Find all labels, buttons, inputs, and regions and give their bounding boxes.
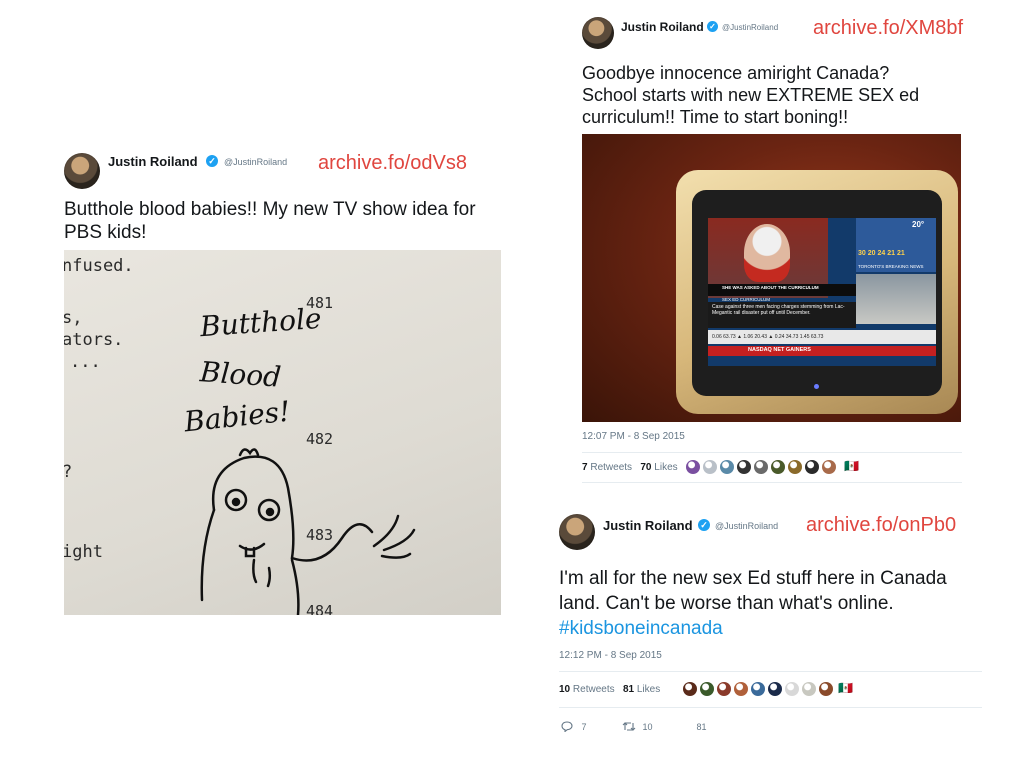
author-name[interactable]: Justin Roiland [603, 518, 693, 533]
tweet-text: Butthole blood babies!! My new TV show i… [64, 199, 476, 243]
liker-avatar[interactable] [703, 460, 717, 474]
retweets-label[interactable]: Retweets [573, 684, 615, 695]
retweet-count[interactable]: 7 [582, 462, 588, 473]
liker-avatar[interactable] [768, 682, 782, 696]
author-handle[interactable]: @JustinRoiland [722, 23, 778, 32]
reply-button[interactable]: 7 [561, 721, 587, 733]
retweets-label[interactable]: Retweets [590, 462, 632, 473]
divider [559, 671, 982, 672]
divider [582, 482, 962, 483]
retweet-icon [622, 722, 636, 731]
ticker-bar [708, 346, 936, 356]
screen-photo [856, 274, 936, 324]
liker-avatar[interactable] [788, 460, 802, 474]
flag-icon[interactable]: 🇲🇽 [844, 459, 859, 473]
liker-avatar[interactable] [802, 682, 816, 696]
timestamp[interactable]: 12:12 PM - 8 Sep 2015 [559, 650, 662, 661]
verified-icon: ✓ [206, 155, 218, 167]
author-name[interactable]: Justin Roiland [108, 154, 198, 169]
timestamp[interactable]: 12:07 PM - 8 Sep 2015 [582, 431, 685, 442]
archive-link[interactable]: archive.fo/onPb0 [806, 514, 956, 537]
liker-avatar[interactable] [720, 460, 734, 474]
author-handle[interactable]: @JustinRoiland [715, 521, 778, 531]
verified-icon: ✓ [707, 21, 718, 32]
like-count[interactable]: 81 [623, 684, 634, 695]
tweet-photo[interactable]: 20° 30 20 24 21 21 TORONTO'S BREAKING NE… [582, 134, 961, 422]
divider [559, 707, 982, 708]
weather-temps-row: 30 20 24 21 21 [858, 250, 905, 257]
liker-avatar[interactable] [805, 460, 819, 474]
tv-screen: 20° 30 20 24 21 21 TORONTO'S BREAKING NE… [708, 218, 936, 366]
like-count-action: 81 [696, 722, 707, 732]
liker-avatar[interactable] [785, 682, 799, 696]
tweet-text: Goodbye innocence amiright Canada? Schoo… [582, 63, 920, 127]
reply-icon [561, 721, 573, 733]
retweet-count-action: 10 [642, 722, 653, 732]
headline-text: Case against three men facing charges st… [712, 304, 845, 316]
liker-avatar[interactable] [700, 682, 714, 696]
tv-led [814, 384, 819, 389]
liker-avatar[interactable] [686, 460, 700, 474]
tweet-text-body: I'm all for the new sex Ed stuff here in… [559, 568, 947, 614]
liker-avatar[interactable] [822, 460, 836, 474]
verified-icon: ✓ [698, 519, 710, 531]
hashtag-link[interactable]: #kidsboneincanada [559, 618, 723, 639]
reply-count: 7 [581, 722, 587, 732]
like-count[interactable]: 70 [640, 462, 651, 473]
avatar[interactable] [559, 514, 595, 550]
tweet-text: I'm all for the new sex Ed stuff here in… [559, 566, 959, 641]
author-name[interactable]: Justin Roiland [621, 20, 704, 34]
likes-label[interactable]: Likes [654, 462, 677, 473]
avatar[interactable] [64, 153, 100, 189]
ticker-values: 0.06 63.73 ▲ 1.06 20.43 ▲ 0.24 34.73 1.4… [712, 334, 824, 340]
news-label: TORONTO'S BREAKING NEWS [858, 264, 924, 269]
author-handle[interactable]: @JustinRoiland [224, 157, 287, 167]
liker-avatar[interactable] [737, 460, 751, 474]
ticker-text: NASDAQ NET GAINERS [748, 347, 811, 353]
liker-avatar[interactable] [734, 682, 748, 696]
liker-avatar[interactable] [683, 682, 697, 696]
liker-avatar[interactable] [717, 682, 731, 696]
liker-avatar[interactable] [771, 460, 785, 474]
retweet-button[interactable]: 10 [622, 721, 653, 732]
tweet-photo[interactable]: nfused. s, ators. ... ? ight 481 482 483… [64, 250, 501, 615]
doodle-drawing [200, 448, 416, 615]
avatar[interactable] [582, 17, 614, 49]
news-person [744, 224, 790, 282]
liker-avatar[interactable] [819, 682, 833, 696]
likers-row [686, 460, 866, 476]
weather-temp: 20° [912, 220, 925, 229]
like-button[interactable]: 81 [688, 721, 707, 732]
tweet-stats: 7 Retweets 70 Likes [582, 462, 678, 473]
caption-text: SHE WAS ASKED ABOUT THE CURRICULUM [722, 285, 819, 290]
likers-row [683, 682, 863, 698]
archive-link[interactable]: archive.fo/XM8bf [813, 17, 963, 40]
flag-icon[interactable]: 🇲🇽 [838, 681, 853, 695]
archive-link[interactable]: archive.fo/odVs8 [318, 152, 467, 175]
divider [582, 452, 962, 453]
liker-avatar[interactable] [754, 460, 768, 474]
liker-avatar[interactable] [751, 682, 765, 696]
retweet-count[interactable]: 10 [559, 684, 570, 695]
likes-label[interactable]: Likes [637, 684, 660, 695]
tweet-stats: 10 Retweets 81 Likes [559, 684, 660, 695]
